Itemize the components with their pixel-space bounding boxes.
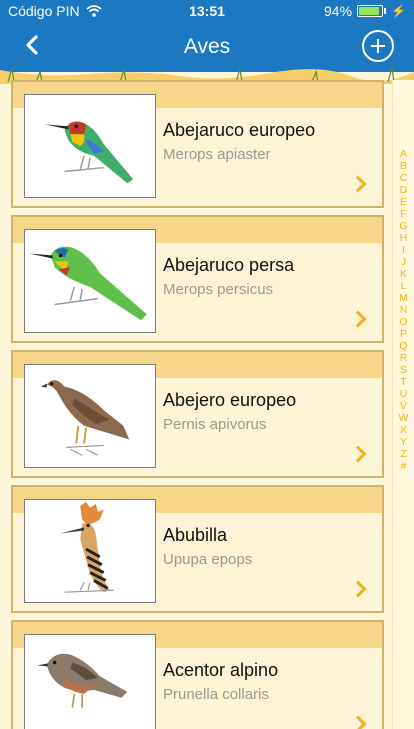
blue-cheeked-bee-eater-illustration — [29, 246, 147, 321]
chevron-right-icon — [349, 175, 367, 193]
bird-name: Abubilla — [163, 525, 228, 545]
index-letter[interactable]: V — [400, 400, 407, 412]
status-time: 13:51 — [189, 3, 225, 19]
charging-icon: ⚡ — [391, 4, 406, 18]
index-letter[interactable]: N — [400, 304, 408, 316]
battery-tip — [384, 8, 387, 14]
bird-scientific-name: Prunella collaris — [163, 686, 269, 703]
honey-buzzard-illustration — [40, 380, 130, 456]
bird-thumbnail — [24, 499, 156, 603]
back-button[interactable] — [18, 28, 48, 64]
bird-scientific-name: Merops apiaster — [163, 146, 271, 163]
bird-list[interactable]: Abejaruco europeo Merops apiaster Abejar… — [0, 80, 392, 729]
index-letter[interactable]: # — [401, 460, 407, 472]
hoopoe-illustration — [60, 501, 114, 593]
index-letter[interactable]: Q — [399, 340, 407, 352]
bird-thumbnail — [24, 229, 156, 333]
bird-thumbnail — [24, 94, 156, 198]
chevron-right-icon — [349, 310, 367, 328]
battery-percent: 94% — [324, 3, 353, 19]
list-item[interactable]: Acentor alpino Prunella collaris — [11, 620, 384, 729]
index-letter[interactable]: S — [400, 364, 407, 376]
index-letter[interactable]: U — [400, 388, 408, 400]
index-letter[interactable]: H — [400, 232, 408, 244]
nav-bar: Aves — [0, 22, 414, 72]
index-letter[interactable]: T — [400, 376, 406, 388]
battery-icon — [357, 5, 384, 17]
bird-name: Abejaruco persa — [163, 255, 295, 275]
bird-thumbnail — [24, 364, 156, 468]
index-letter[interactable]: E — [400, 196, 407, 208]
index-letter[interactable]: J — [401, 256, 406, 268]
bird-scientific-name: Pernis apivorus — [163, 416, 267, 433]
bird-name: Acentor alpino — [163, 660, 279, 680]
status-bar: Código PIN 13:51 94% ⚡ — [0, 0, 414, 22]
index-letter[interactable]: Y — [400, 436, 407, 448]
bird-scientific-name: Upupa epops — [163, 551, 253, 568]
index-letter[interactable]: F — [400, 208, 406, 220]
index-letter[interactable]: P — [400, 328, 407, 340]
index-letter[interactable]: Z — [400, 448, 406, 460]
chevron-right-icon — [349, 715, 367, 729]
chevron-left-icon — [26, 35, 38, 55]
add-button[interactable] — [362, 30, 394, 62]
battery-level — [359, 7, 380, 15]
index-letter[interactable]: K — [400, 268, 407, 280]
index-letter[interactable]: R — [400, 352, 408, 364]
index-letter[interactable]: W — [399, 412, 409, 424]
list-item[interactable]: Abejaruco europeo Merops apiaster — [11, 80, 384, 208]
alphabet-index[interactable]: A B C D E F G H I J K L M N O P Q R S T U V W X Y Z # — [392, 80, 414, 729]
page-title: Aves — [183, 35, 231, 58]
index-letter[interactable]: A — [400, 148, 407, 160]
alpine-accentor-illustration — [37, 653, 128, 708]
index-letter[interactable]: G — [399, 220, 407, 232]
bird-thumbnail — [24, 634, 156, 729]
index-letter[interactable]: M — [399, 292, 408, 304]
list-item[interactable]: Abejero europeo Pernis apivorus — [11, 350, 384, 478]
bird-name: Abejero europeo — [163, 390, 297, 410]
index-letter[interactable]: X — [400, 424, 407, 436]
list-item[interactable]: Abubilla Upupa epops — [11, 485, 384, 613]
wifi-icon — [86, 5, 102, 17]
list-item[interactable]: Abejaruco persa Merops persicus — [11, 215, 384, 343]
index-letter[interactable]: D — [400, 184, 408, 196]
index-letter[interactable]: L — [401, 280, 407, 292]
index-letter[interactable]: O — [399, 316, 407, 328]
chevron-right-icon — [349, 445, 367, 463]
bee-eater-illustration — [44, 121, 134, 184]
bird-scientific-name: Merops persicus — [163, 281, 274, 298]
carrier-label: Código PIN — [8, 3, 80, 19]
index-letter[interactable]: C — [400, 172, 408, 184]
chevron-right-icon — [349, 580, 367, 598]
index-letter[interactable]: B — [400, 160, 407, 172]
index-letter[interactable]: I — [402, 244, 405, 256]
bird-name: Abejaruco europeo — [163, 120, 316, 140]
